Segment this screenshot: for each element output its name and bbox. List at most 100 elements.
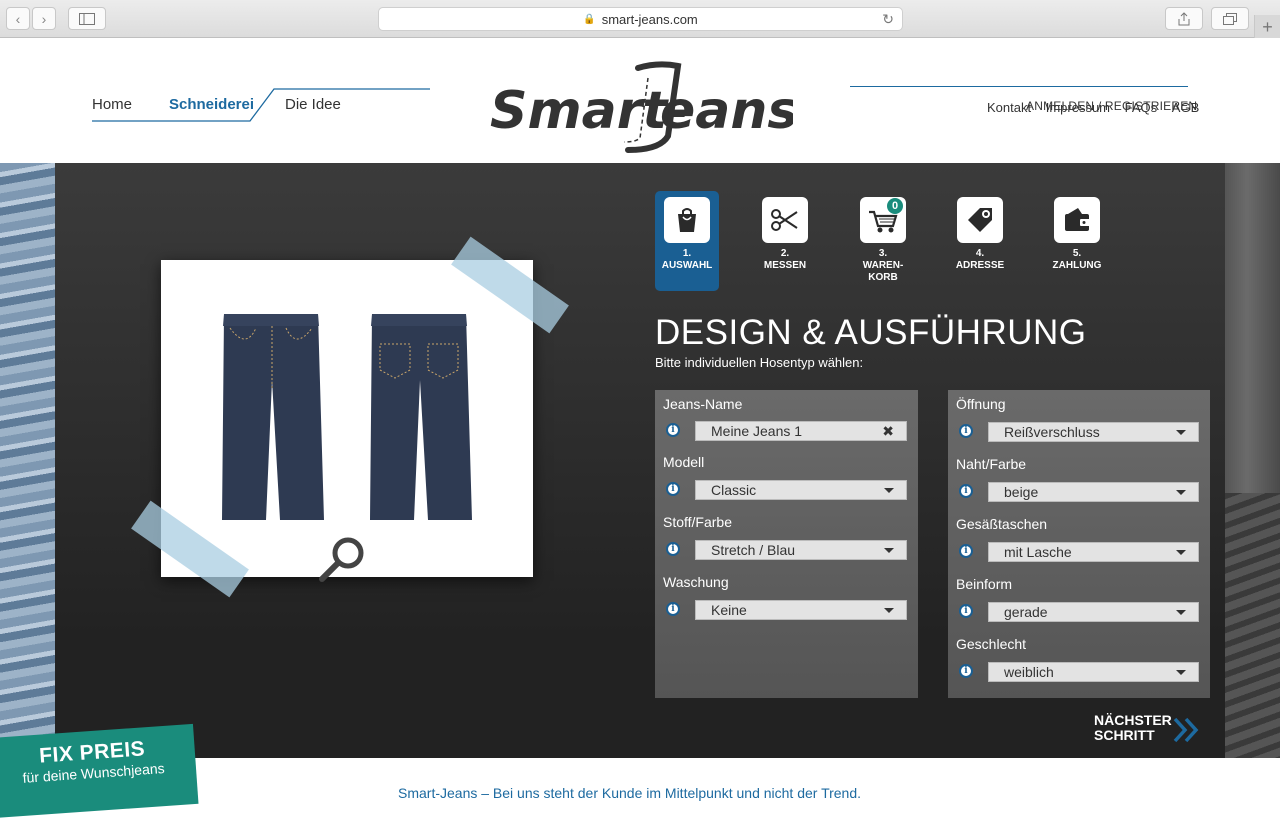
info-icon[interactable]: i: [666, 602, 680, 616]
jeans-front-image: [222, 314, 324, 520]
shopping-bag-icon: [664, 197, 710, 243]
back-button[interactable]: ‹: [6, 7, 30, 30]
field-label-modell: Modell: [663, 454, 705, 470]
clear-icon[interactable]: ✖: [882, 422, 894, 440]
stoff-farbe-select[interactable]: Stretch / Blau: [695, 540, 907, 560]
denim-background-image: [0, 163, 55, 758]
jeans-name-value: Meine Jeans 1: [711, 423, 803, 439]
cart-icon: 0: [860, 197, 906, 243]
info-icon[interactable]: i: [666, 423, 680, 437]
chevron-down-icon: [1176, 490, 1186, 495]
wood-background-image: [1225, 163, 1280, 758]
login-register-link[interactable]: ANMELDEN / REGISTRIEREN: [1026, 99, 1197, 113]
site-header: Home Schneiderei Die Idee Smart- eans Ko…: [0, 38, 1280, 163]
cart-count-badge: 0: [887, 198, 903, 214]
naht-farbe-value: beige: [1004, 484, 1039, 500]
forward-button[interactable]: ›: [32, 7, 56, 30]
address-bar[interactable]: 🔒 smart-jeans.com ↻: [378, 7, 903, 31]
chevron-down-icon: [884, 548, 894, 553]
jeans-name-input[interactable]: Meine Jeans 1 ✖: [695, 421, 907, 441]
step-label: AUSWAHL: [661, 260, 713, 271]
info-icon[interactable]: i: [666, 542, 680, 556]
beinform-select[interactable]: gerade: [988, 602, 1199, 622]
naht-farbe-select[interactable]: beige: [988, 482, 1199, 502]
step-num: 4.: [975, 248, 985, 259]
field-label-gesaesstaschen: Gesäßtaschen: [956, 516, 1048, 532]
options-panel-left: Jeans-Name i Meine Jeans 1 ✖ Modell i Cl…: [655, 390, 918, 698]
sidebar-toggle-icon[interactable]: [68, 7, 106, 30]
tabs-icon[interactable]: [1211, 7, 1249, 30]
chevron-down-icon: [884, 608, 894, 613]
chevron-down-icon: [884, 488, 894, 493]
footer-tagline: Smart-Jeans – Bei uns steht der Kunde im…: [398, 785, 862, 801]
chevron-down-icon: [1176, 610, 1186, 615]
field-label-beinform: Beinform: [956, 576, 1013, 592]
step-zahlung[interactable]: 5. ZAHLUNG: [1045, 191, 1109, 291]
zoom-magnifier-icon[interactable]: [318, 535, 368, 585]
step-label: MESSEN: [763, 260, 807, 271]
lock-icon: 🔒: [583, 13, 596, 25]
oeffnung-select[interactable]: Reißverschluss: [988, 422, 1199, 442]
geschlecht-value: weiblich: [1004, 664, 1054, 680]
tag-icon: [957, 197, 1003, 243]
info-icon[interactable]: i: [959, 484, 973, 498]
info-icon[interactable]: i: [959, 544, 973, 558]
gesaesstaschen-value: mit Lasche: [1004, 544, 1072, 560]
svg-text:eans: eans: [660, 81, 793, 141]
waschung-select[interactable]: Keine: [695, 600, 907, 620]
scissors-icon: [762, 197, 808, 243]
reload-icon[interactable]: ↻: [882, 11, 894, 28]
oeffnung-value: Reißverschluss: [1004, 424, 1100, 440]
step-messen[interactable]: 2. MESSEN: [753, 191, 817, 291]
geschlecht-select[interactable]: weiblich: [988, 662, 1199, 682]
info-icon[interactable]: i: [959, 664, 973, 678]
step-label: ADRESSE: [955, 260, 1005, 271]
step-warenkorb[interactable]: 0 3. WAREN- KORB: [851, 191, 915, 291]
share-icon[interactable]: [1165, 7, 1203, 30]
beinform-value: gerade: [1004, 604, 1048, 620]
step-num: 1.: [682, 248, 692, 259]
chevron-down-icon: [1176, 430, 1186, 435]
options-panel-right: Öffnung i Reißverschluss Naht/Farbe i be…: [948, 390, 1210, 698]
page-title: DESIGN & AUSFÜHRUNG: [655, 313, 1087, 352]
nav-underline: [92, 88, 430, 122]
wallet-icon: [1054, 197, 1100, 243]
field-label-geschlecht: Geschlecht: [956, 636, 1027, 652]
page-subtitle: Bitte individuellen Hosentyp wählen:: [655, 355, 864, 370]
double-chevron-right-icon[interactable]: [1172, 715, 1202, 745]
waschung-value: Keine: [711, 602, 747, 618]
info-icon[interactable]: i: [959, 604, 973, 618]
modell-value: Classic: [711, 482, 757, 498]
smart-jeans-logo: Smart- eans: [490, 61, 793, 153]
step-auswahl[interactable]: 1. AUSWAHL: [655, 191, 719, 291]
new-tab-button[interactable]: +: [1254, 15, 1280, 39]
fix-price-badge[interactable]: FIX PREIS für deine Wunschjeans: [0, 723, 199, 818]
link-kontakt[interactable]: Kontakt: [987, 100, 1031, 115]
field-label-stoff-farbe: Stoff/Farbe: [663, 514, 733, 530]
jeans-preview-image[interactable]: [161, 260, 533, 577]
info-icon[interactable]: i: [959, 424, 973, 438]
field-label-oeffnung: Öffnung: [956, 396, 1006, 412]
step-num: 2.: [780, 248, 790, 259]
chevron-down-icon: [1176, 670, 1186, 675]
next-step-line1: NÄCHSTER: [1094, 712, 1172, 728]
step-label: ZAHLUNG: [1052, 260, 1102, 271]
info-icon[interactable]: i: [666, 482, 680, 496]
step-label: WAREN- KORB: [862, 260, 904, 283]
step-num: 3.: [878, 248, 888, 259]
field-label-waschung: Waschung: [663, 574, 729, 590]
svg-text:Smart-: Smart-: [490, 81, 689, 141]
field-label-naht-farbe: Naht/Farbe: [956, 456, 1027, 472]
browser-toolbar: ‹ › 🔒 smart-jeans.com ↻ +: [0, 0, 1280, 39]
next-step-line2: SCHRITT: [1094, 727, 1155, 743]
next-step-button[interactable]: NÄCHSTER SCHRITT: [1094, 713, 1172, 743]
field-label-jeans-name: Jeans-Name: [663, 396, 743, 412]
chevron-down-icon: [1176, 550, 1186, 555]
stoff-farbe-value: Stretch / Blau: [711, 542, 796, 558]
step-adresse[interactable]: 4. ADRESSE: [948, 191, 1012, 291]
url-text: smart-jeans.com: [601, 11, 698, 27]
gesaesstaschen-select[interactable]: mit Lasche: [988, 542, 1199, 562]
modell-select[interactable]: Classic: [695, 480, 907, 500]
header-divider: [850, 86, 1188, 87]
step-num: 5.: [1072, 248, 1082, 259]
